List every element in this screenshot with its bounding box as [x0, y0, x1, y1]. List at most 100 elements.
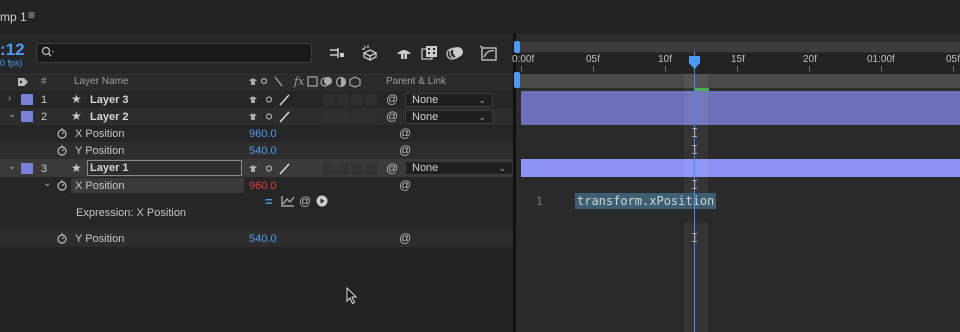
label-color-swatch[interactable]	[21, 111, 33, 122]
parent-pickwhip-icon[interactable]: @	[386, 109, 398, 123]
ruler-tick	[737, 66, 738, 72]
layer-name[interactable]: Layer 2	[90, 111, 129, 123]
expression-pickwhip-icon[interactable]: @	[299, 194, 311, 208]
layer-switch-icons[interactable]	[248, 162, 294, 175]
ruler-tick-label: 01:00f	[867, 54, 895, 65]
current-time-indicator-head[interactable]	[689, 56, 700, 69]
time-navigator-start-handle[interactable]	[514, 41, 520, 53]
cache-indicator	[695, 88, 709, 91]
column-layer-name-header[interactable]: Layer Name	[74, 76, 128, 87]
ruler-tick-label: 05f	[586, 54, 600, 65]
tag-icon	[18, 78, 28, 86]
stopwatch-icon[interactable]	[56, 144, 68, 156]
current-time-indicator[interactable]	[694, 52, 695, 332]
label-color-swatch[interactable]	[21, 163, 33, 174]
property-value[interactable]: 960.0	[249, 128, 277, 140]
collapse-arrow-icon[interactable]: ⌄	[8, 161, 16, 172]
expression-line-number: 1	[536, 195, 543, 208]
expression-code[interactable]: transform.xPosition	[575, 193, 717, 209]
ruler-tick	[953, 66, 954, 72]
parent-pickwhip-icon[interactable]: @	[386, 92, 398, 106]
collapse-arrow-icon[interactable]: ⌄	[43, 178, 51, 189]
composition-tab[interactable]: mp 1	[0, 10, 27, 24]
switch-box[interactable]	[323, 111, 335, 123]
ruler-tick	[521, 66, 522, 72]
switch-box[interactable]	[323, 94, 335, 106]
property-value[interactable]: 540.0	[249, 233, 277, 245]
layer-search-input[interactable]	[36, 43, 312, 63]
ruler-tick	[665, 66, 666, 72]
switches-column-icons	[249, 76, 283, 87]
parent-dropdown[interactable]: None ⌄	[405, 161, 513, 175]
layer-name[interactable]: Layer 1	[90, 162, 129, 174]
expression-enable-icon[interactable]: =	[265, 194, 273, 209]
draft-3d-icon[interactable]	[361, 44, 381, 62]
ruler-tick	[809, 66, 810, 72]
ruler-tick	[881, 66, 882, 72]
graph-editor-icon[interactable]	[479, 44, 499, 62]
switch-box[interactable]	[351, 94, 363, 106]
search-icon	[41, 46, 54, 57]
frame-rate-label: 0 fps)	[0, 58, 23, 68]
stopwatch-icon[interactable]	[56, 232, 68, 244]
layer-switch-icons[interactable]	[248, 93, 294, 106]
expression-label: Expression: X Position	[76, 207, 187, 219]
property-value[interactable]: 540.0	[249, 145, 277, 157]
label-color-swatch[interactable]	[21, 94, 33, 105]
layer-switches-icons	[307, 76, 361, 88]
property-pickwhip-icon[interactable]: @	[399, 178, 411, 192]
layer-duration-bar[interactable]	[521, 91, 960, 108]
frame-blending-icon[interactable]	[420, 44, 440, 62]
column-number-header[interactable]: #	[41, 76, 47, 87]
collapse-arrow-icon[interactable]: ⌄	[8, 109, 16, 120]
effects-column-header[interactable]: fx	[294, 75, 304, 88]
property-pickwhip-icon[interactable]: @	[399, 143, 411, 157]
switch-box[interactable]	[337, 94, 349, 106]
layer-name[interactable]: Layer 3	[90, 94, 129, 106]
shy-layers-icon[interactable]	[394, 44, 414, 62]
expression-driven-value[interactable]: 960.0	[249, 180, 277, 192]
parent-dropdown[interactable]: None ⌄	[405, 110, 493, 124]
switch-box[interactable]	[365, 163, 377, 175]
current-time-display[interactable]: :12	[0, 40, 25, 60]
column-parent-link-header[interactable]: Parent & Link	[386, 76, 446, 87]
switch-box[interactable]	[337, 111, 349, 123]
expression-language-menu-icon[interactable]	[316, 195, 328, 207]
stopwatch-icon[interactable]	[56, 127, 68, 139]
panel-menu-icon[interactable]: ≡	[28, 8, 35, 22]
layer-switch-icons[interactable]	[248, 110, 294, 123]
switch-box[interactable]	[365, 94, 377, 106]
switch-box[interactable]	[365, 111, 377, 123]
property-pickwhip-icon[interactable]: @	[399, 231, 411, 245]
work-area-start-handle[interactable]	[514, 72, 520, 88]
expand-arrow-icon[interactable]: ›	[8, 93, 11, 104]
switch-box[interactable]	[323, 163, 335, 175]
layer-duration-bar[interactable]	[521, 108, 960, 125]
switch-box[interactable]	[351, 163, 363, 175]
ruler-tick-label: 15f	[731, 54, 745, 65]
property-pickwhip-icon[interactable]: @	[399, 126, 411, 140]
keyframe-navigator-icon: I	[691, 143, 699, 157]
work-area-bar[interactable]	[516, 74, 960, 88]
stopwatch-icon[interactable]	[56, 179, 68, 191]
parent-pickwhip-icon[interactable]: @	[386, 161, 398, 175]
expression-graph-icon[interactable]	[281, 195, 295, 207]
parent-dropdown[interactable]: None ⌄	[405, 93, 493, 107]
panel-tab-bar	[0, 0, 960, 34]
keyframe-navigator-icon: I	[691, 231, 699, 245]
composition-mini-flowchart-icon[interactable]	[327, 44, 347, 62]
time-navigator-bar[interactable]	[516, 42, 960, 52]
layer-duration-bar-selected[interactable]	[521, 159, 960, 177]
layer-number: 1	[41, 94, 48, 106]
property-name: X Position	[75, 128, 125, 140]
star-shape-layer-icon: ★	[71, 92, 82, 106]
switch-box[interactable]	[351, 111, 363, 123]
property-name: Y Position	[75, 145, 125, 157]
motion-blur-icon[interactable]	[445, 44, 465, 62]
layer-number: 3	[41, 163, 48, 175]
ruler-tick-label: 05f	[946, 54, 960, 65]
keyframe-navigator-icon: I	[691, 178, 699, 192]
star-shape-layer-icon: ★	[71, 161, 82, 175]
ruler-tick-label: 20f	[803, 54, 817, 65]
switch-box[interactable]	[337, 163, 349, 175]
